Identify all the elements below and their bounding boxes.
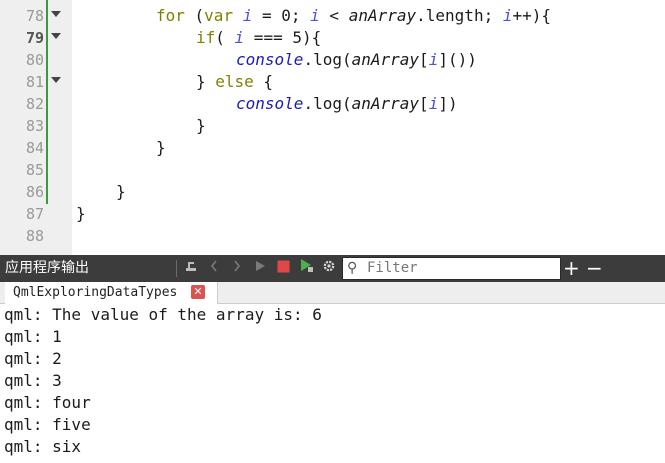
gutter-line: 78 <box>0 5 72 27</box>
identifier: console <box>236 94 304 113</box>
code-token: = 0; <box>252 6 311 25</box>
line-number: 81 <box>25 73 44 91</box>
gutter-line: 79 <box>0 27 72 49</box>
toolbar-separator <box>176 260 177 277</box>
output-pane-title: 应用程序输出 <box>5 260 89 276</box>
code-token: .log( <box>303 94 352 113</box>
output-line: qml: 3 <box>4 371 62 390</box>
code-line-84[interactable]: } <box>156 137 166 159</box>
output-line: qml: five <box>4 415 91 434</box>
output-line: qml: six <box>4 437 82 456</box>
code-token: ( <box>184 6 205 25</box>
filter-input[interactable]: ⚲ Filter <box>342 257 561 280</box>
variable: i <box>310 6 320 25</box>
gutter-line: 83 <box>0 115 72 137</box>
change-marker-bar <box>46 0 48 204</box>
line-number: 83 <box>25 117 44 135</box>
code-line-81[interactable]: } else { <box>196 71 273 93</box>
application-output[interactable]: qml: The value of the array is: 6 qml: 1… <box>0 304 665 463</box>
line-number: 80 <box>25 51 44 69</box>
code-token: { <box>253 72 274 91</box>
output-line: qml: four <box>4 393 91 412</box>
next-icon[interactable] <box>228 255 246 282</box>
line-number: 88 <box>25 227 44 245</box>
line-number: 84 <box>25 139 44 157</box>
add-pane-button[interactable]: + <box>563 255 580 282</box>
line-number: 87 <box>25 205 44 223</box>
search-icon: ⚲ <box>347 260 358 276</box>
attach-icon[interactable] <box>182 255 200 282</box>
keyword: if <box>196 28 216 47</box>
code-token: .length; <box>416 6 503 25</box>
line-number: 86 <box>25 183 44 201</box>
debug-run-icon[interactable] <box>297 255 315 282</box>
gutter-line: 80 <box>0 49 72 71</box>
gutter-line: 81 <box>0 71 72 93</box>
variable: i <box>234 28 245 47</box>
code-token: ( <box>215 28 235 47</box>
line-number: 82 <box>25 95 44 113</box>
close-icon[interactable]: ✕ <box>191 285 205 299</box>
line-number: 79 <box>25 29 44 47</box>
variable: i <box>242 6 253 25</box>
gutter-line: 85 <box>0 159 72 181</box>
code-line-83[interactable]: } <box>196 115 206 137</box>
code-token: ]) <box>438 94 458 113</box>
keyword: for <box>156 6 185 25</box>
code-line-79[interactable]: if( i === 5){ <box>196 27 321 49</box>
output-line: qml: 1 <box>4 327 62 346</box>
fold-arrow-icon[interactable] <box>51 77 61 83</box>
gutter-line: 84 <box>0 137 72 159</box>
settings-gear-icon[interactable] <box>320 255 338 282</box>
code-token: ++){ <box>512 6 552 25</box>
identifier: anArray <box>351 94 420 113</box>
gutter-line: 82 <box>0 93 72 115</box>
previous-icon[interactable] <box>205 255 223 282</box>
line-number: 78 <box>25 7 44 25</box>
code-token: ]()) <box>438 50 477 69</box>
identifier: anArray <box>351 50 420 69</box>
output-tab-bar: QmlExploringDataTypes ✕ <box>0 282 665 304</box>
filter-placeholder: Filter <box>367 260 418 276</box>
fold-arrow-icon[interactable] <box>51 11 61 17</box>
run-icon[interactable] <box>251 255 269 282</box>
keyword: var <box>204 6 234 25</box>
code-token: } <box>196 72 216 91</box>
fold-arrow-icon[interactable] <box>51 33 61 39</box>
variable: i <box>428 94 439 113</box>
stop-icon[interactable] <box>274 255 292 282</box>
code-line-80[interactable]: console.log(anArray[i]()) <box>236 49 477 71</box>
tab-label: QmlExploringDataTypes <box>13 285 178 300</box>
variable: i <box>428 50 439 69</box>
code-token: === 5){ <box>244 28 322 47</box>
code-line-87[interactable]: } <box>76 203 86 225</box>
code-line-86[interactable]: } <box>116 181 126 203</box>
identifier: anArray <box>348 6 417 25</box>
keyword: else <box>215 72 254 91</box>
code-token: < <box>319 6 349 25</box>
output-pane-toolbar: 应用程序输出 ⚲ Filter + − <box>0 255 665 282</box>
gutter-line: 86 <box>0 181 72 203</box>
code-token: [ <box>419 94 429 113</box>
code-token: .log( <box>303 50 352 69</box>
code-line-82[interactable]: console.log(anArray[i]) <box>236 93 458 115</box>
gutter-line: 87 <box>0 203 72 225</box>
output-line: qml: 2 <box>4 349 62 368</box>
output-line: qml: The value of the array is: 6 <box>4 305 322 324</box>
line-number-gutter: 78 79 80 81 82 83 84 85 86 87 88 <box>0 0 72 255</box>
line-number: 85 <box>25 161 44 179</box>
tab-qml-exploring-data-types[interactable]: QmlExploringDataTypes ✕ <box>5 282 218 304</box>
code-line-78[interactable]: for (var i = 0; i < anArray.length; i++)… <box>156 5 551 27</box>
code-editor[interactable]: 78 79 80 81 82 83 84 85 86 87 88 for (va… <box>0 0 665 255</box>
remove-pane-button[interactable]: − <box>586 255 603 282</box>
code-token: [ <box>419 50 429 69</box>
identifier: console <box>236 50 304 69</box>
gutter-line: 88 <box>0 225 72 247</box>
